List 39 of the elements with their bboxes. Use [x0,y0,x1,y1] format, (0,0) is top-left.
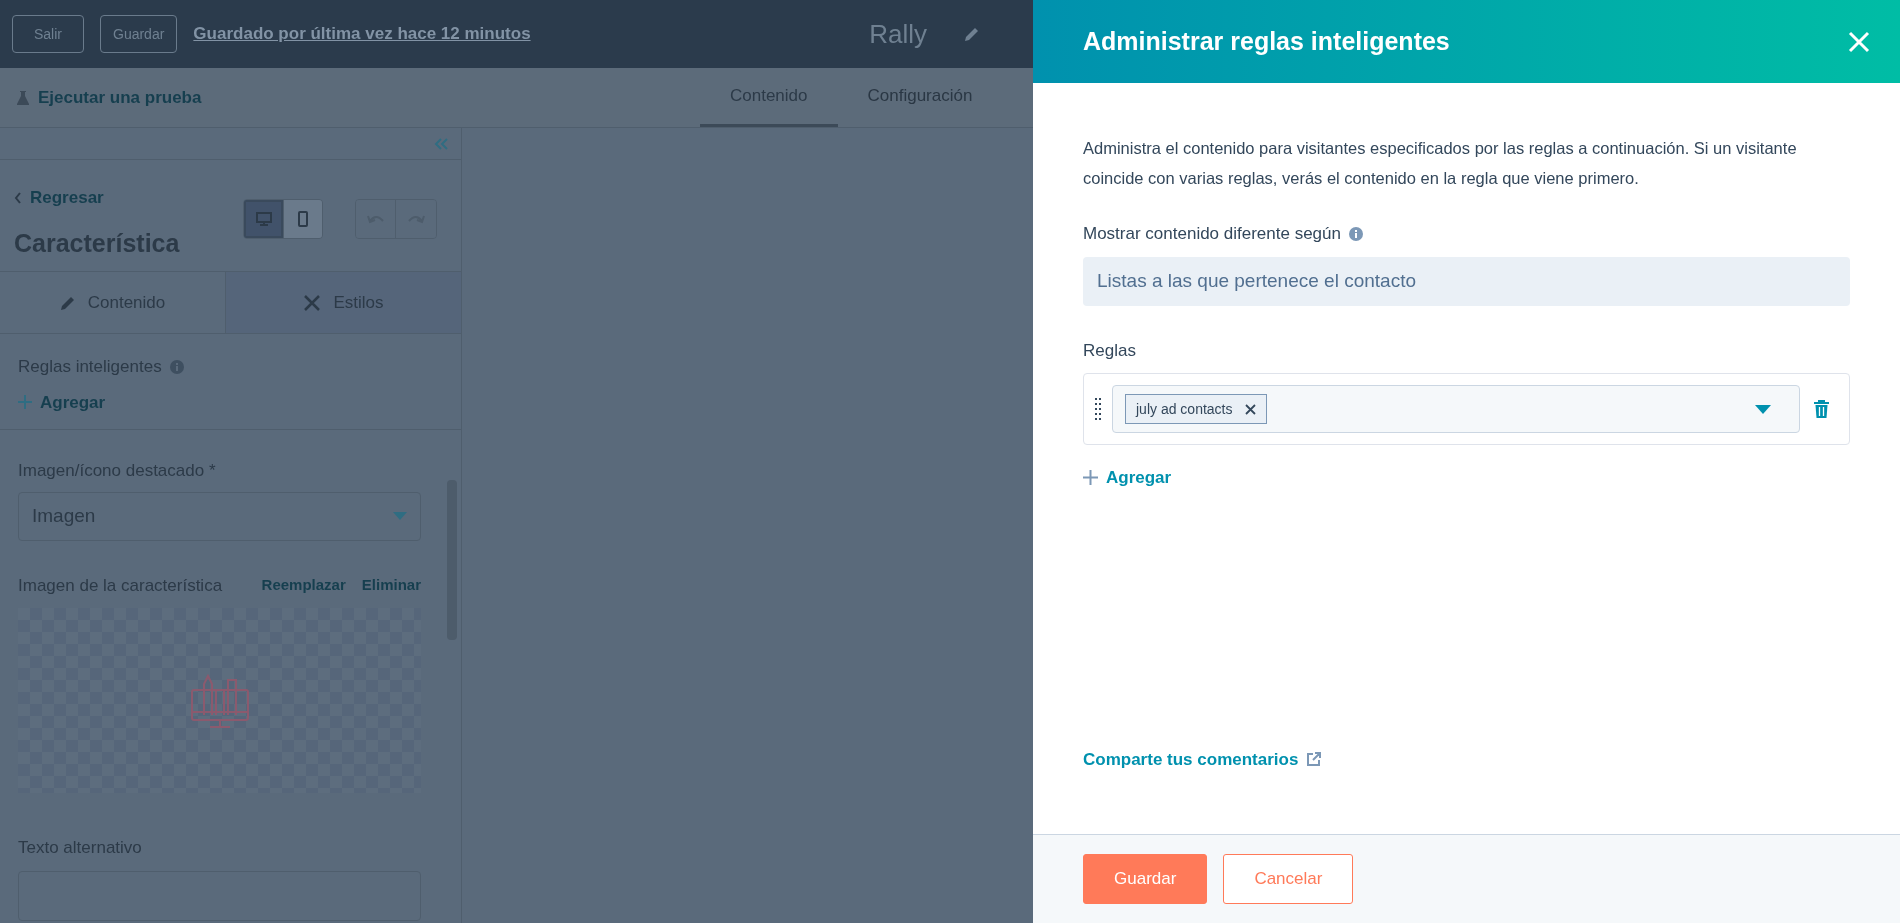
external-link-icon [1306,751,1323,768]
feedback-link[interactable]: Comparte tus comentarios [1083,746,1850,772]
trash-icon[interactable] [1814,399,1829,419]
add-link[interactable]: Agregar [18,389,443,415]
remove-tag-icon[interactable] [1244,403,1256,415]
field-label: Reglas [1083,339,1137,362]
mobile-view-button[interactable] [283,200,322,238]
top-bar-button[interactable]: Guardar [100,15,178,53]
info-icon[interactable] [1349,226,1363,241]
edit-icon[interactable] [963,25,981,43]
caret-down-icon [1755,404,1771,414]
desktop-view-button[interactable] [244,200,283,238]
drag-handle-icon[interactable] [1094,397,1102,421]
replace-link[interactable]: Reemplazar [261,574,346,597]
based-on-field: Listas a las que pertenece el contacto [1083,256,1850,306]
add-link[interactable]: Agregar [1083,465,1850,491]
run-test-link[interactable]: Ejecutar una prueba [38,84,202,111]
pencil-icon [59,294,76,311]
description-text: Administra el contenido para visitantes especificados por las reglas a continuación. Si un visitante coincide con varias reglas, verás el contenido en la regla que viene primero. [1083,138,1798,189]
crossed-tools-icon [303,293,322,312]
mobile-icon [298,211,308,227]
page-title: Rally [869,17,927,51]
save-button[interactable]: Guardar [1083,854,1208,904]
plus-icon [1083,470,1098,486]
tag-label: july ad contacts [1136,399,1233,419]
info-icon[interactable] [169,359,184,374]
panel-title: Administrar reglas inteligentes [1083,25,1451,57]
desktop-icon [255,212,272,226]
remove-link[interactable]: Eliminar [361,574,421,597]
flask-icon [16,89,30,106]
back-link[interactable]: Regresar [14,185,243,211]
plus-icon [18,395,32,410]
caret-down-icon [393,512,407,520]
top-bar-button[interactable]: Salir [12,15,84,53]
chevron-left-icon [14,191,22,204]
cancel-button[interactable]: Cancelar [1223,854,1354,904]
saved-status-link[interactable]: Guardado por última vez hace 12 minutos [193,21,531,47]
list-select-field[interactable]: july ad contacts [1112,385,1800,433]
field-label: Mostrar contenido diferente según [1083,223,1341,245]
